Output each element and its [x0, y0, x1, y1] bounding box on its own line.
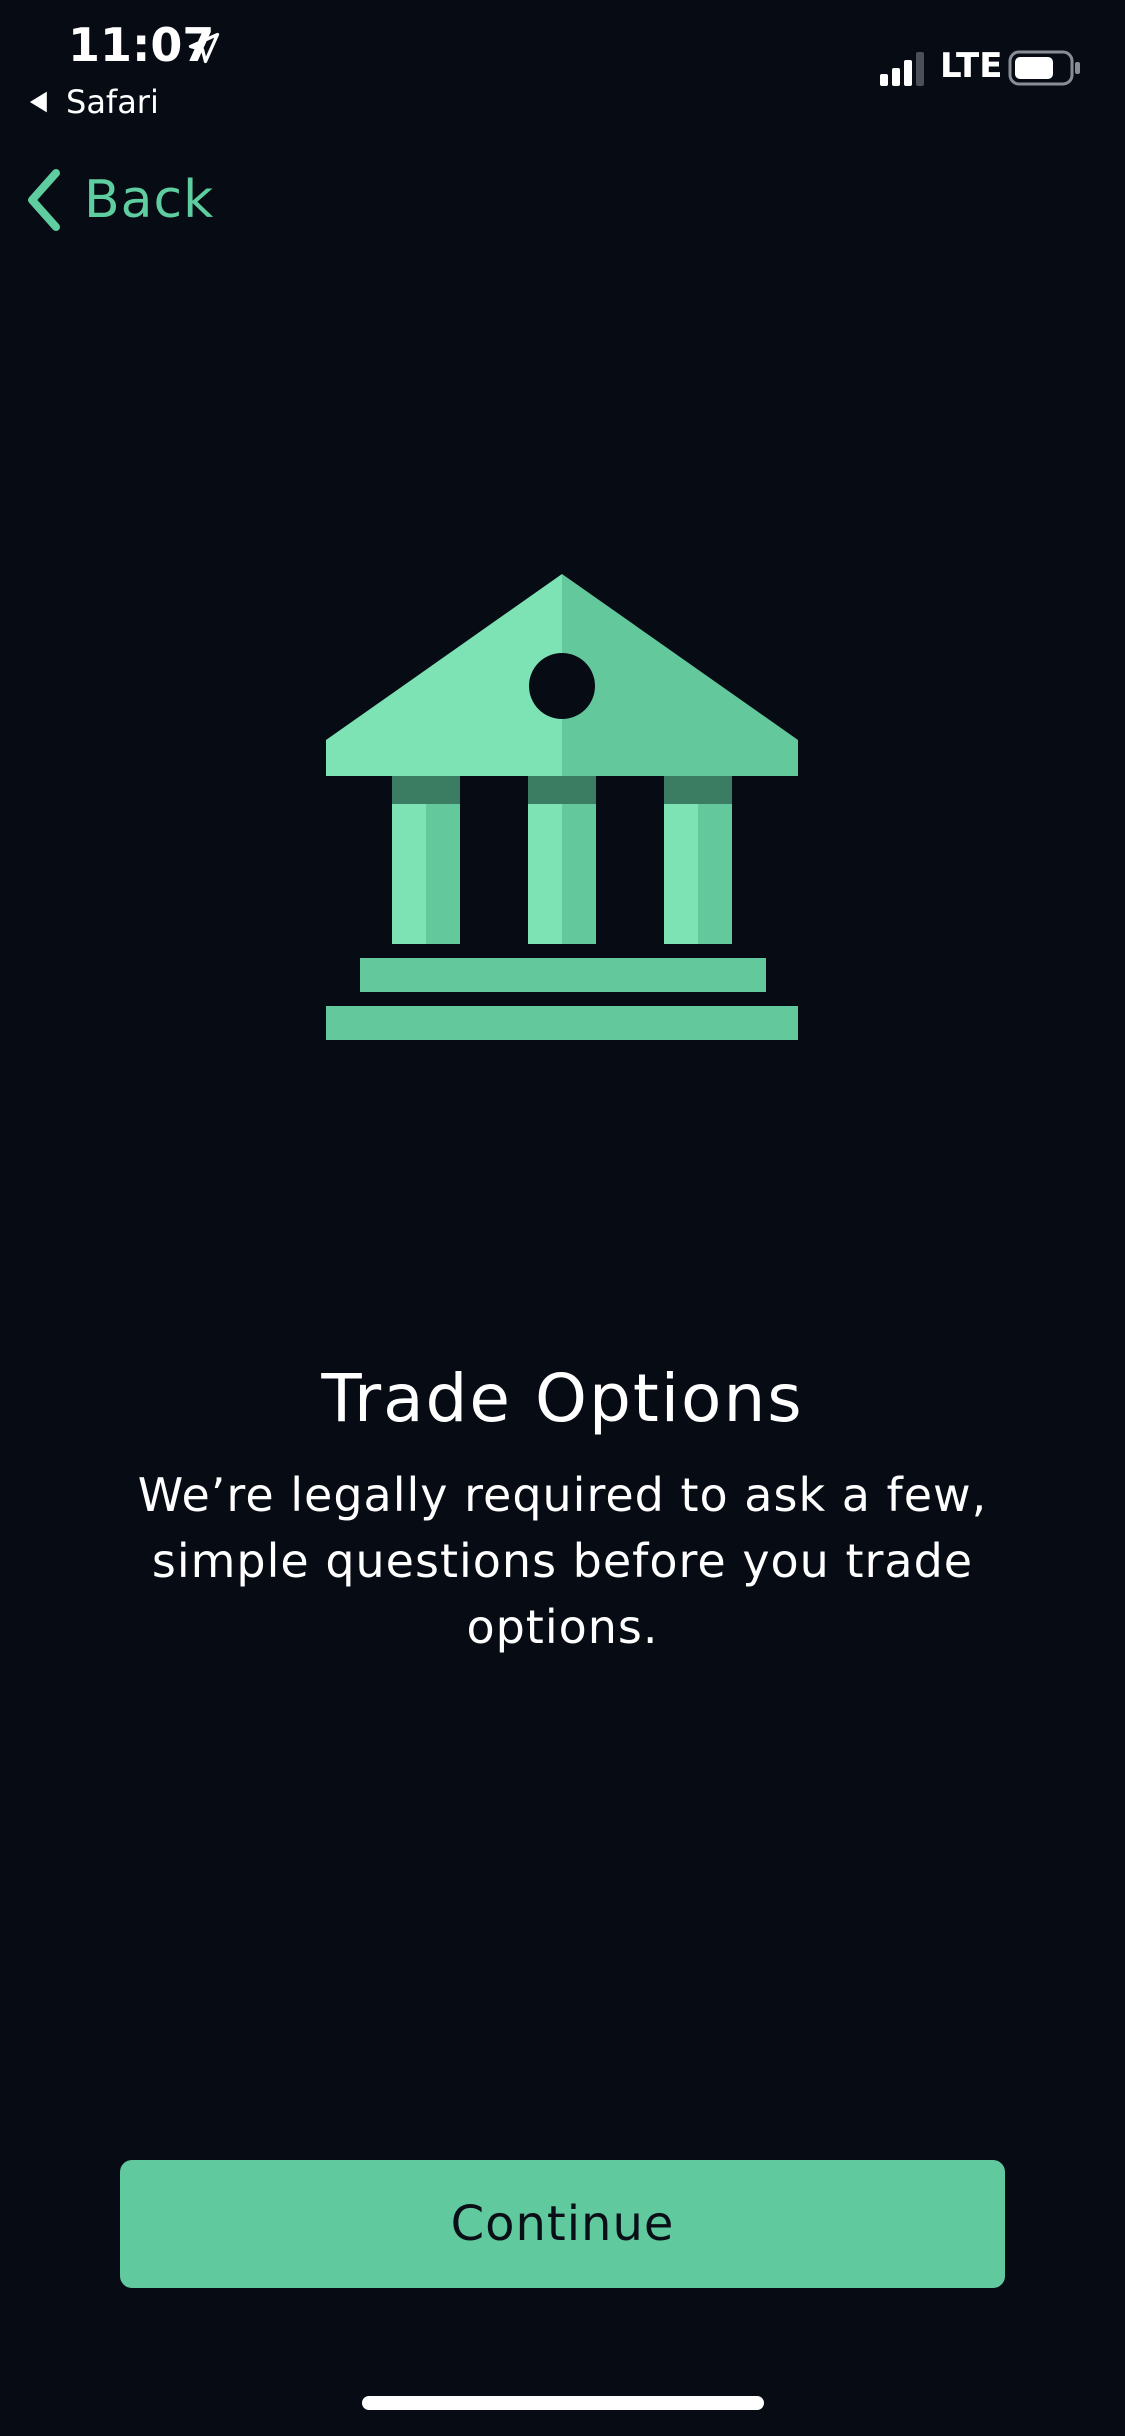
status-bar: 11:07 Safari LTE: [0, 0, 1125, 130]
battery-icon: [1008, 50, 1080, 86]
return-app-label: Safari: [66, 83, 159, 121]
chevron-left-icon: [28, 169, 60, 231]
bank-building-icon: [326, 574, 798, 1040]
home-indicator[interactable]: [362, 2396, 764, 2410]
page-title: Trade Options: [321, 1360, 804, 1437]
location-arrow-icon: [188, 32, 220, 64]
return-to-safari[interactable]: Safari: [26, 82, 159, 122]
back-label: Back: [84, 170, 215, 230]
continue-button[interactable]: Continue: [120, 2160, 1005, 2288]
page-description: We’re legally required to ask a few, sim…: [137, 1468, 988, 1654]
back-triangle-icon: [29, 91, 47, 113]
back-button[interactable]: Back: [22, 160, 214, 240]
cellular-signal-icon: [880, 52, 924, 86]
network-type: LTE: [940, 46, 1003, 86]
